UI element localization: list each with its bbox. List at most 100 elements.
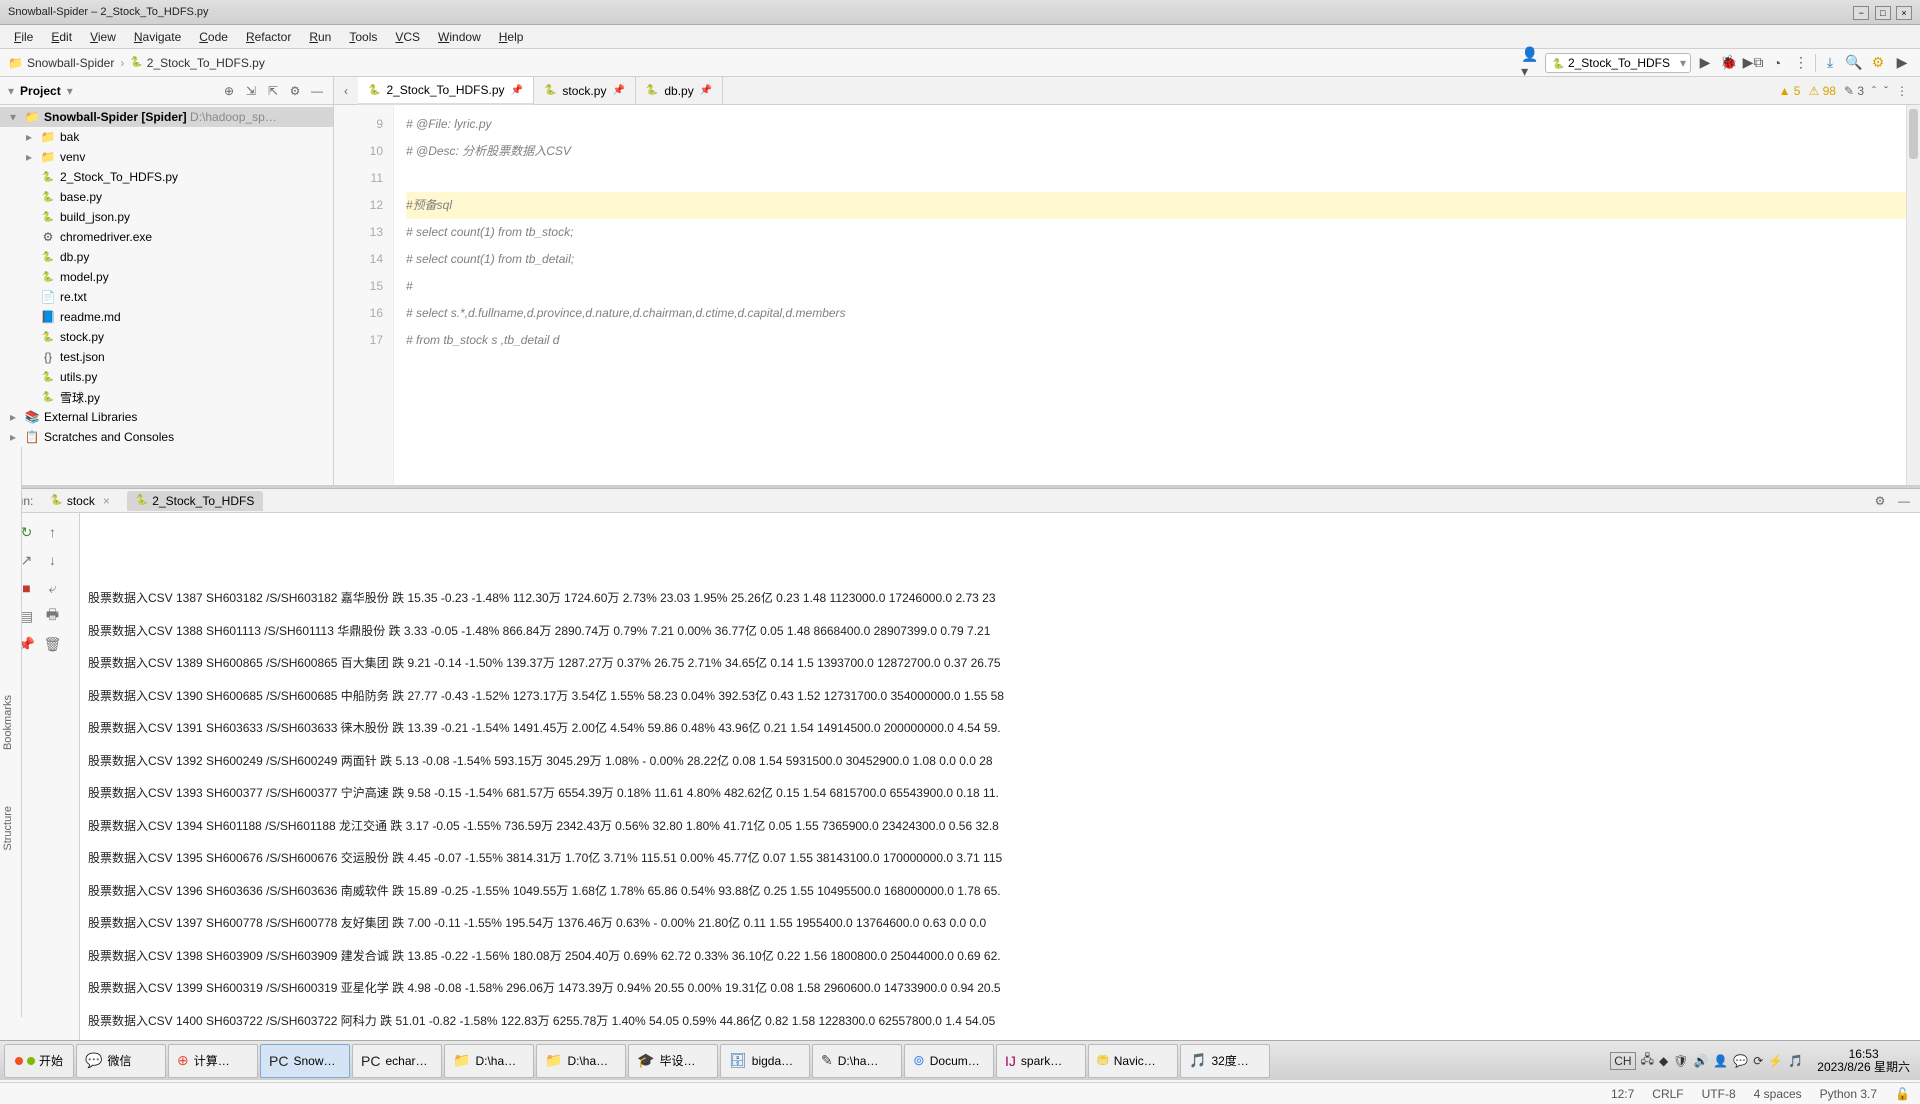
taskbar-app[interactable]: ⊚Docum… xyxy=(904,1044,994,1078)
tree-item[interactable]: ▸📁venv xyxy=(0,147,333,167)
profile-button[interactable]: ◔ xyxy=(1767,53,1787,73)
tree-item[interactable]: ⚙chromedriver.exe xyxy=(0,227,333,247)
tree-item[interactable]: 🐍db.py xyxy=(0,247,333,267)
tree-item[interactable]: 🐍雪球.py xyxy=(0,387,333,407)
settings-icon[interactable]: ⚙ xyxy=(287,83,303,99)
caret-position[interactable]: 12:7 xyxy=(1611,1087,1634,1101)
tray-network-icon[interactable]: 🖧 xyxy=(1641,1050,1654,1071)
ime-indicator[interactable]: CH xyxy=(1610,1052,1635,1070)
indent-config[interactable]: 4 spaces xyxy=(1754,1087,1802,1101)
start-button[interactable]: 开始 xyxy=(4,1044,74,1078)
taskbar-app[interactable]: ⊕计算… xyxy=(168,1044,258,1078)
menu-code[interactable]: Code xyxy=(191,28,236,46)
view-mode-dropdown[interactable]: ▾ xyxy=(67,84,73,98)
bookmarks-tool-button[interactable]: Bookmarks xyxy=(0,687,16,758)
menu-vcs[interactable]: VCS xyxy=(387,28,428,46)
editor-tab[interactable]: 🐍2_Stock_To_HDFS.py📌 xyxy=(358,77,534,105)
run-settings-icon[interactable]: ⚙ xyxy=(1872,494,1888,508)
tray-update-icon[interactable]: ⟳ xyxy=(1753,1054,1763,1068)
print-icon[interactable]: 🖶 xyxy=(44,607,62,625)
debug-button[interactable]: 🐞 xyxy=(1719,53,1739,73)
soft-wrap-icon[interactable]: ⤶ xyxy=(44,579,62,597)
run-configuration-selector[interactable]: 🐍 2_Stock_To_HDFS xyxy=(1545,53,1691,73)
taskbar-app[interactable]: 📁D:\ha… xyxy=(536,1044,626,1078)
run-button[interactable]: ▶ xyxy=(1695,53,1715,73)
tree-item[interactable]: 🐍utils.py xyxy=(0,367,333,387)
project-tree[interactable]: ▾📁Snowball-Spider [Spider] D:\hadoop_sp…… xyxy=(0,105,333,485)
tab-nav-left[interactable]: ‹ xyxy=(334,84,358,98)
menu-navigate[interactable]: Navigate xyxy=(126,28,189,46)
more-actions-button[interactable]: ⋮ xyxy=(1791,53,1811,73)
editor-body[interactable]: 91011121314151617 # @File: lyric.py# @De… xyxy=(334,105,1920,485)
taskbar-app[interactable]: ⛃Navic… xyxy=(1088,1044,1178,1078)
taskbar-app[interactable]: IJspark… xyxy=(996,1044,1086,1078)
tray-user-icon[interactable]: 👤 xyxy=(1713,1054,1728,1068)
scroll-up-icon[interactable]: ↑ xyxy=(44,523,62,541)
editor-tab[interactable]: 🐍db.py📌 xyxy=(636,77,723,105)
tree-item[interactable]: 🐍model.py xyxy=(0,267,333,287)
close-button[interactable]: × xyxy=(1896,6,1912,20)
taskbar-clock[interactable]: 16:53 2023/8/26 星期六 xyxy=(1811,1048,1916,1074)
interpreter[interactable]: Python 3.7 xyxy=(1820,1087,1877,1101)
tray-chat-icon[interactable]: 💬 xyxy=(1733,1054,1748,1068)
tree-item[interactable]: 🐍stock.py xyxy=(0,327,333,347)
tree-item[interactable]: ▾📁Snowball-Spider [Spider] D:\hadoop_sp… xyxy=(0,107,333,127)
taskbar-app[interactable]: 📁D:\ha… xyxy=(444,1044,534,1078)
taskbar-app[interactable]: 🎵32度… xyxy=(1180,1044,1270,1078)
search-everywhere-button[interactable]: 🔍 xyxy=(1844,53,1864,73)
vcs-update-button[interactable]: ⤓ xyxy=(1820,53,1840,73)
scroll-down-icon[interactable]: ↓ xyxy=(44,551,62,569)
tray-volume-icon[interactable]: 🔊 xyxy=(1693,1054,1708,1068)
menu-tools[interactable]: Tools xyxy=(341,28,385,46)
tree-item[interactable]: ▸📁bak xyxy=(0,127,333,147)
user-icon[interactable]: 👤▾ xyxy=(1521,53,1541,73)
run-tab-stock[interactable]: 🐍stock× xyxy=(41,491,118,511)
expand-all-icon[interactable]: ⇲ xyxy=(243,83,259,99)
menu-view[interactable]: View xyxy=(82,28,124,46)
execute-button[interactable]: ▶ xyxy=(1892,53,1912,73)
tree-item[interactable]: 🐍base.py xyxy=(0,187,333,207)
tree-item[interactable]: ▸📋Scratches and Consoles xyxy=(0,427,333,447)
select-opened-file-icon[interactable]: ⊕ xyxy=(221,83,237,99)
tray-app-icon[interactable]: ◆ xyxy=(1659,1054,1668,1068)
clear-icon[interactable]: 🗑 xyxy=(44,635,62,653)
editor-tab[interactable]: 🐍stock.py📌 xyxy=(534,77,636,105)
readonly-lock-icon[interactable]: 🔓 xyxy=(1895,1087,1910,1101)
tree-item[interactable]: ▸📚External Libraries xyxy=(0,407,333,427)
tree-item[interactable]: 🐍2_Stock_To_HDFS.py xyxy=(0,167,333,187)
taskbar-app[interactable]: 🗄bigda… xyxy=(720,1044,810,1078)
maximize-button[interactable]: □ xyxy=(1875,6,1891,20)
breadcrumb-root[interactable]: 📁Snowball-Spider xyxy=(8,56,114,70)
taskbar-app[interactable]: 💬微信 xyxy=(76,1044,166,1078)
console-output[interactable]: 股票数据入CSV 1387 SH603182 /S/SH603182 嘉华股份 … xyxy=(80,513,1920,1058)
breadcrumb-file[interactable]: 🐍2_Stock_To_HDFS.py xyxy=(130,56,265,70)
menu-help[interactable]: Help xyxy=(491,28,532,46)
taskbar-app[interactable]: ✎D:\ha… xyxy=(812,1044,902,1078)
system-tray[interactable]: CH 🖧 ◆ 🛡 🔊 👤 💬 ⟳ ⚡ 🎵 xyxy=(1604,1050,1809,1071)
coverage-button[interactable]: ▶⧉ xyxy=(1743,53,1763,73)
tray-power-icon[interactable]: ⚡ xyxy=(1768,1054,1783,1068)
menu-refactor[interactable]: Refactor xyxy=(238,28,299,46)
chevron-down-icon[interactable]: ▾ xyxy=(8,84,14,98)
settings-button[interactable]: ⚙ xyxy=(1868,53,1888,73)
collapse-all-icon[interactable]: ⇱ xyxy=(265,83,281,99)
menu-run[interactable]: Run xyxy=(301,28,339,46)
tree-item[interactable]: 🐍build_json.py xyxy=(0,207,333,227)
menu-edit[interactable]: Edit xyxy=(43,28,80,46)
menu-file[interactable]: File xyxy=(6,28,41,46)
taskbar-app[interactable]: PCechar… xyxy=(352,1044,442,1078)
hide-button[interactable]: — xyxy=(309,83,325,99)
run-tab-hdfs[interactable]: 🐍2_Stock_To_HDFS xyxy=(127,491,264,511)
structure-tool-button[interactable]: Structure xyxy=(0,798,16,859)
tree-item[interactable]: 📄re.txt xyxy=(0,287,333,307)
file-encoding[interactable]: UTF-8 xyxy=(1702,1087,1736,1101)
tray-shield-icon[interactable]: 🛡 xyxy=(1673,1054,1688,1068)
tray-music-icon[interactable]: 🎵 xyxy=(1788,1054,1803,1068)
inspection-widget[interactable]: ▲ 5⚠ 98✎ 3ˆˇ⋮ xyxy=(1779,84,1920,98)
menu-window[interactable]: Window xyxy=(430,28,489,46)
taskbar-app[interactable]: 🎓毕设… xyxy=(628,1044,718,1078)
minimize-button[interactable]: − xyxy=(1853,6,1869,20)
editor-vertical-scrollbar[interactable] xyxy=(1906,105,1920,485)
run-hide-button[interactable]: — xyxy=(1896,494,1912,508)
editor-code[interactable]: # @File: lyric.py# @Desc: 分析股票数据入CSV #预备… xyxy=(394,105,1920,485)
